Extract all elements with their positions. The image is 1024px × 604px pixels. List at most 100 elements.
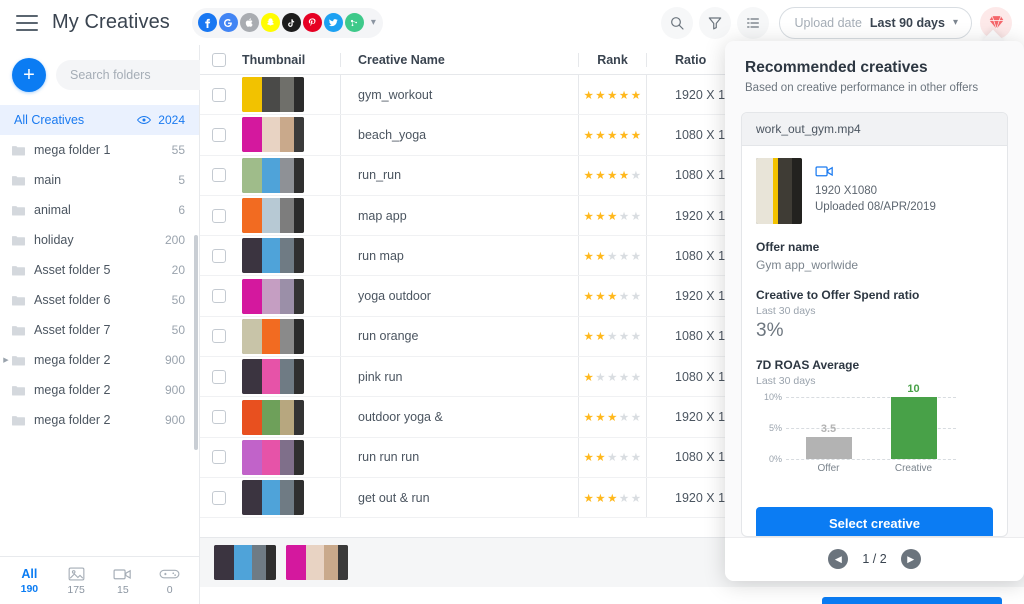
sidebar-item-folder[interactable]: mega folder 2900: [0, 375, 199, 405]
tiktok-icon[interactable]: [282, 13, 301, 32]
rank-star: ★: [607, 329, 618, 343]
column-creative-name[interactable]: Creative Name: [340, 53, 578, 67]
rank-stars: ★★★★★: [583, 168, 641, 182]
chevron-down-icon[interactable]: ▾: [371, 17, 376, 28]
rank-star: ★: [631, 128, 642, 142]
sidebar-item-all-creatives[interactable]: All Creatives 2024: [0, 105, 199, 135]
row-checkbox[interactable]: [212, 249, 226, 263]
rank-star: ★: [619, 491, 630, 505]
rank-star: ★: [595, 249, 606, 263]
row-checkbox[interactable]: [212, 450, 226, 464]
insert-button[interactable]: Insert: [822, 597, 1002, 604]
tray-thumbnail[interactable]: [286, 545, 348, 580]
row-name-cell: beach_yoga: [340, 115, 578, 154]
snapchat-icon[interactable]: [261, 13, 280, 32]
sidebar-item-folder[interactable]: Asset folder 750: [0, 315, 199, 345]
tray-thumbnail[interactable]: [214, 545, 276, 580]
select-creative-button[interactable]: Select creative: [756, 507, 993, 537]
creative-thumbnail[interactable]: [242, 440, 304, 475]
pinterest-icon[interactable]: [303, 13, 322, 32]
creative-thumbnail[interactable]: [242, 480, 304, 515]
rank-star: ★: [631, 289, 642, 303]
add-folder-button[interactable]: +: [12, 58, 46, 92]
rank-star: ★: [595, 168, 606, 182]
upload-date-filter[interactable]: Upload date Last 90 days ▾: [779, 7, 973, 39]
row-checkbox[interactable]: [212, 88, 226, 102]
folder-icon: [12, 385, 34, 396]
creative-thumbnail[interactable]: [242, 117, 304, 152]
sidebar-item-folder[interactable]: mega folder 2900: [0, 405, 199, 435]
sidebar-tab-videos[interactable]: 15: [100, 565, 147, 596]
rank-star: ★: [607, 491, 618, 505]
roas-label: 7D ROAS Average: [756, 358, 993, 372]
creative-thumbnail[interactable]: [242, 158, 304, 193]
apple-icon[interactable]: [240, 13, 259, 32]
row-rank-cell: ★★★★★: [578, 156, 646, 195]
row-checkbox[interactable]: [212, 209, 226, 223]
select-all-checkbox[interactable]: [212, 53, 226, 67]
row-checkbox[interactable]: [212, 491, 226, 505]
row-name-cell: run_run: [340, 156, 578, 195]
row-checkbox[interactable]: [212, 289, 226, 303]
twitter-icon[interactable]: [324, 13, 343, 32]
expand-arrow-icon[interactable]: ▶: [0, 356, 12, 364]
rank-star: ★: [583, 450, 594, 464]
sidebar-tab-all[interactable]: All 190: [6, 567, 53, 595]
eye-icon[interactable]: [137, 115, 151, 125]
sidebar-item-folder[interactable]: Asset folder 650: [0, 285, 199, 315]
column-thumbnail[interactable]: Thumbnail: [238, 53, 340, 67]
rank-star: ★: [631, 491, 642, 505]
row-checkbox[interactable]: [212, 410, 226, 424]
creative-thumbnail[interactable]: [242, 359, 304, 394]
folder-label: Asset folder 7: [34, 323, 172, 337]
sidebar-scrollbar[interactable]: [194, 235, 198, 450]
applovin-icon[interactable]: [345, 13, 364, 32]
sidebar-item-folder[interactable]: ▶mega folder 2900: [0, 345, 199, 375]
row-checkbox-cell: [200, 329, 238, 343]
row-checkbox[interactable]: [212, 370, 226, 384]
creative-thumbnail[interactable]: [242, 77, 304, 112]
rank-star: ★: [619, 128, 630, 142]
sidebar-item-folder[interactable]: animal6: [0, 195, 199, 225]
chevron-left-icon[interactable]: ◀: [828, 549, 848, 569]
row-name-cell: yoga outdoor: [340, 276, 578, 315]
sidebar-item-folder[interactable]: holiday200: [0, 225, 199, 255]
filter-icon[interactable]: [699, 7, 731, 39]
column-rank[interactable]: Rank: [578, 53, 646, 67]
rank-stars: ★★★★★: [583, 209, 641, 223]
row-checkbox[interactable]: [212, 329, 226, 343]
rank-star: ★: [631, 88, 642, 102]
creative-thumbnail[interactable]: [242, 279, 304, 314]
card-body: 1920 X1080 Uploaded 08/APR/2019 Offer na…: [742, 146, 1007, 491]
creative-thumbnail[interactable]: [242, 198, 304, 233]
rank-star: ★: [619, 329, 630, 343]
sidebar-tab-images[interactable]: 175: [53, 565, 100, 596]
creative-uploaded: Uploaded 08/APR/2019: [815, 199, 936, 215]
facebook-icon[interactable]: [198, 13, 217, 32]
row-checkbox-cell: [200, 450, 238, 464]
folder-count: 6: [178, 203, 185, 217]
row-checkbox[interactable]: [212, 168, 226, 182]
search-icon[interactable]: [661, 7, 693, 39]
panel-title: Recommended creatives: [745, 59, 1004, 77]
row-checkbox[interactable]: [212, 128, 226, 142]
hamburger-icon[interactable]: [16, 15, 38, 31]
rank-star: ★: [583, 410, 594, 424]
chart-y-tick: 0%: [769, 454, 782, 464]
creative-thumbnail[interactable]: [756, 158, 802, 224]
sidebar-item-folder[interactable]: main5: [0, 165, 199, 195]
list-view-icon[interactable]: [737, 7, 769, 39]
chart-x-labels: OfferCreative: [786, 463, 956, 474]
rank-star: ★: [631, 370, 642, 384]
sidebar-item-folder[interactable]: mega folder 155: [0, 135, 199, 165]
chevron-right-icon[interactable]: ▶: [901, 549, 921, 569]
google-icon[interactable]: [219, 13, 238, 32]
folder-label: Asset folder 6: [34, 293, 172, 307]
creative-thumbnail[interactable]: [242, 319, 304, 354]
creative-thumbnail[interactable]: [242, 400, 304, 435]
chart-bar-group: 10: [891, 383, 937, 459]
sidebar-item-folder[interactable]: Asset folder 520: [0, 255, 199, 285]
sidebar-tab-playables[interactable]: 0: [146, 565, 193, 596]
creative-thumbnail[interactable]: [242, 238, 304, 273]
row-thumbnail-cell: [238, 238, 340, 273]
